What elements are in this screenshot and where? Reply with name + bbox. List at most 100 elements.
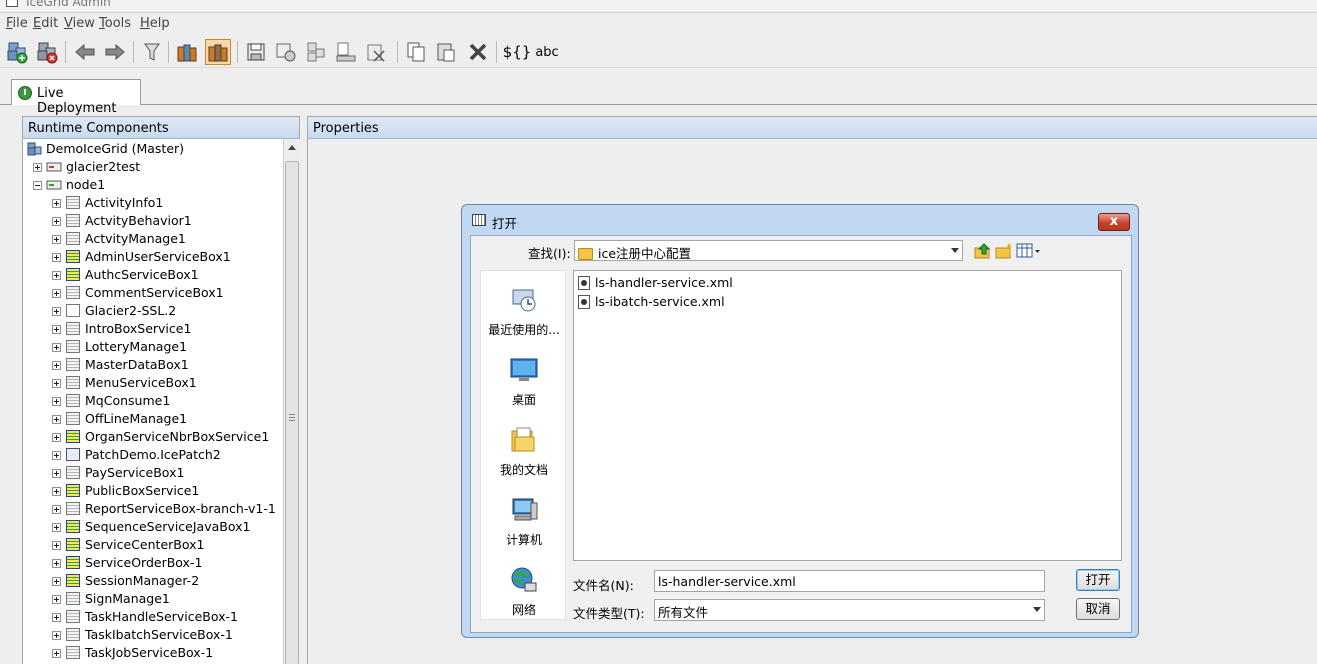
node-icon <box>46 162 62 172</box>
delete-button[interactable] <box>465 39 491 65</box>
expand-toggle[interactable] <box>52 253 61 262</box>
save-to-file-button[interactable] <box>333 39 359 65</box>
dialog-title: 打开 <box>492 216 518 231</box>
expand-toggle[interactable] <box>52 523 61 532</box>
expand-toggle[interactable] <box>52 451 61 460</box>
expand-toggle[interactable] <box>52 595 61 604</box>
file-item[interactable]: ls-handler-service.xml <box>578 273 733 292</box>
new-folder-button[interactable] <box>995 242 1013 260</box>
tree-node-label: glacier2test <box>66 159 141 174</box>
expand-toggle[interactable] <box>52 433 61 442</box>
tree-server-label: AuthcServiceBox1 <box>85 267 199 282</box>
menu-view[interactable]: View <box>64 16 95 31</box>
open-application-button[interactable] <box>174 39 200 65</box>
expand-toggle[interactable] <box>52 199 61 208</box>
filter-icon <box>144 43 160 61</box>
menu-help[interactable]: Help <box>140 16 170 31</box>
menu-tools[interactable]: Tools <box>99 16 131 31</box>
server-icon <box>66 250 80 263</box>
place-network[interactable]: 网络 <box>481 565 567 618</box>
discard-updates-button[interactable] <box>363 39 389 65</box>
look-in-label: 查找(I): <box>528 246 571 261</box>
place-computer[interactable]: 计算机 <box>481 495 567 548</box>
tree-server-label: Glacier2-SSL.2 <box>85 303 177 318</box>
delete-x-icon <box>469 43 487 61</box>
app-icon <box>6 0 18 7</box>
expand-toggle[interactable] <box>52 379 61 388</box>
tab-live-deployment[interactable]: Live Deployment <box>11 79 141 116</box>
place-label: 最近使用的... <box>488 323 560 337</box>
expand-toggle[interactable] <box>52 307 61 316</box>
filetype-select[interactable]: 所有文件 <box>654 599 1045 621</box>
expand-toggle[interactable] <box>52 397 61 406</box>
server-icon <box>66 610 80 623</box>
tree-server-label: MenuServiceBox1 <box>85 375 197 390</box>
back-button[interactable] <box>72 39 98 65</box>
expand-toggle[interactable] <box>52 505 61 514</box>
tree-scrollbar[interactable] <box>283 139 300 664</box>
node-icon <box>46 180 62 190</box>
server-icon <box>66 538 80 551</box>
substitute-variables-button[interactable]: abc <box>533 39 561 65</box>
menu-file[interactable]: File <box>6 16 28 31</box>
expand-toggle[interactable] <box>52 541 61 550</box>
copy-button[interactable] <box>403 39 429 65</box>
collapse-toggle[interactable] <box>33 181 42 190</box>
open-button[interactable]: 打开 <box>1076 569 1120 591</box>
expand-toggle[interactable] <box>52 289 61 298</box>
filter-button[interactable] <box>139 39 165 65</box>
expand-toggle[interactable] <box>52 631 61 640</box>
place-desktop[interactable]: 桌面 <box>481 355 567 408</box>
save-to-registry-button[interactable] <box>273 39 299 65</box>
tab-strip: Live Deployment <box>0 78 1317 116</box>
component-tree: DemoIceGrid (Master) glacier2test node1 … <box>23 139 283 664</box>
expand-toggle[interactable] <box>52 649 61 658</box>
expand-toggle[interactable] <box>52 559 61 568</box>
expand-toggle[interactable] <box>52 271 61 280</box>
open-from-registry-button[interactable] <box>205 39 231 65</box>
dialog-close-button[interactable]: x <box>1098 213 1130 231</box>
toolbar-separator <box>237 41 238 63</box>
cancel-button[interactable]: 取消 <box>1076 598 1120 620</box>
up-folder-button[interactable] <box>974 242 992 260</box>
save-button[interactable] <box>243 39 269 65</box>
expand-toggle[interactable] <box>52 325 61 334</box>
menu-edit[interactable]: Edit <box>33 16 58 31</box>
expand-toggle[interactable] <box>33 163 42 172</box>
filetype-label: 文件类型(T): <box>573 606 645 621</box>
file-list[interactable]: ls-handler-service.xml ls-ibatch-service… <box>573 270 1122 561</box>
scroll-thumb[interactable] <box>285 161 299 664</box>
show-variables-button[interactable]: ${} <box>503 39 532 65</box>
place-documents[interactable]: 我的文档 <box>481 425 567 478</box>
expand-toggle[interactable] <box>52 343 61 352</box>
server-icon <box>66 232 80 245</box>
disconnect-button[interactable] <box>34 39 60 65</box>
place-recent[interactable]: 最近使用的... <box>481 285 567 338</box>
server-icon <box>66 466 80 479</box>
place-label: 网络 <box>511 603 536 617</box>
expand-toggle[interactable] <box>52 487 61 496</box>
expand-toggle[interactable] <box>52 235 61 244</box>
expand-toggle[interactable] <box>52 613 61 622</box>
tree-server-label: AdminUserServiceBox1 <box>85 249 231 264</box>
file-name: ls-ibatch-service.xml <box>595 294 725 309</box>
expand-toggle[interactable] <box>52 469 61 478</box>
recent-places-icon <box>512 289 536 312</box>
expand-toggle[interactable] <box>52 415 61 424</box>
view-menu-button[interactable] <box>1016 242 1042 260</box>
tree-root-label: DemoIceGrid (Master) <box>46 141 185 156</box>
expand-toggle[interactable] <box>52 217 61 226</box>
expand-toggle[interactable] <box>52 361 61 370</box>
scroll-up-arrow-icon[interactable] <box>288 145 296 150</box>
chevron-down-icon <box>1033 607 1041 612</box>
panel-title: Runtime Components <box>23 117 299 139</box>
save-to-registry-no-restart-button[interactable] <box>303 39 329 65</box>
file-item[interactable]: ls-ibatch-service.xml <box>578 292 725 311</box>
filename-input[interactable] <box>654 570 1045 592</box>
look-in-select[interactable]: ice注册中心配置 <box>574 240 963 261</box>
forward-button[interactable] <box>102 39 128 65</box>
server-icon <box>66 322 80 335</box>
connect-button[interactable] <box>4 39 30 65</box>
expand-toggle[interactable] <box>52 577 61 586</box>
paste-button[interactable] <box>433 39 459 65</box>
